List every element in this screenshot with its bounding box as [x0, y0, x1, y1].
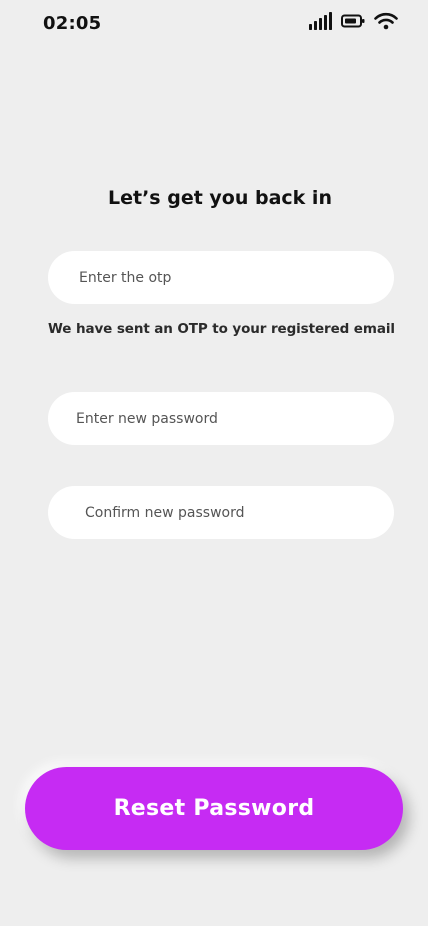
status-time: 02:05: [43, 13, 102, 34]
page-title: Let’s get you back in: [108, 187, 332, 209]
reset-password-label: Reset Password: [113, 796, 315, 821]
otp-hint-text: We have sent an OTP to your registered e…: [48, 321, 395, 337]
reset-password-screen: 02:05 Let’s get you back in Enter the ot…: [0, 0, 428, 926]
new-password-field[interactable]: [48, 392, 394, 445]
new-password-input[interactable]: [48, 392, 394, 445]
confirm-password-input[interactable]: [48, 486, 394, 539]
status-bar: 02:05: [0, 0, 428, 48]
status-icons: [309, 12, 398, 30]
otp-input[interactable]: [48, 251, 394, 304]
reset-password-button[interactable]: Reset Password: [25, 767, 403, 850]
confirm-password-field[interactable]: [48, 486, 394, 539]
cellular-signal-icon: [309, 12, 332, 30]
battery-icon: [341, 14, 365, 28]
wifi-icon: [374, 12, 398, 30]
otp-field[interactable]: [48, 251, 394, 304]
